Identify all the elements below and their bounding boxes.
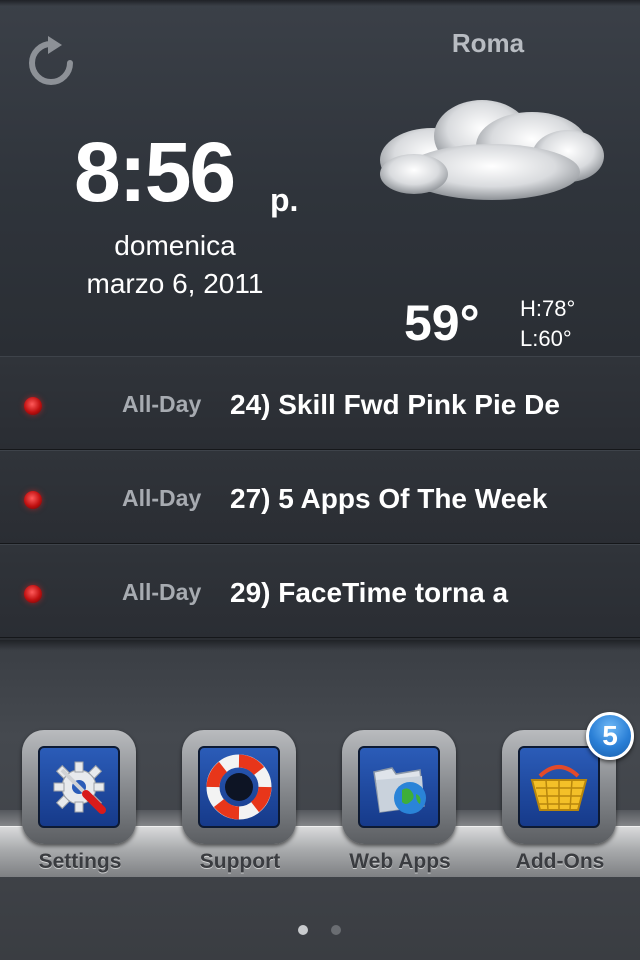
date: marzo 6, 2011 [86, 268, 264, 299]
city-name: Roma [451, 28, 525, 58]
event-row[interactable]: All-Day 27) 5 Apps Of The Week [0, 450, 640, 544]
app-label-web-apps: Web Apps [349, 850, 451, 873]
event-dot-icon [24, 585, 42, 603]
event-dot-icon [24, 491, 42, 509]
clock-time: 8:56 [74, 125, 236, 219]
event-time-label: All-Day [122, 391, 202, 417]
event-row[interactable]: All-Day 24) Skill Fwd Pink Pie De [0, 356, 640, 450]
notification-badge: 5 [586, 712, 634, 760]
temperature-high: H:78° [520, 296, 576, 321]
divider [0, 640, 640, 650]
page-indicator[interactable] [331, 925, 341, 935]
app-label-add-ons: Add-Ons [515, 850, 605, 873]
clock-ampm: p. [270, 182, 299, 218]
app-label-support: Support [199, 850, 281, 873]
page-indicator-active[interactable] [298, 925, 308, 935]
weekday: domenica [114, 230, 236, 261]
settings-tile [38, 746, 120, 828]
web-apps-tile [358, 746, 440, 828]
event-row[interactable]: All-Day 29) FaceTime torna a [0, 544, 640, 638]
temperature-low: L:60° [520, 326, 572, 351]
support-app-button[interactable] [182, 730, 296, 844]
support-tile [198, 746, 280, 828]
temperature: 59° [404, 295, 480, 351]
event-title: 29) FaceTime torna a [230, 577, 509, 608]
event-title: 27) 5 Apps Of The Week [230, 483, 548, 514]
refresh-icon[interactable] [24, 36, 78, 90]
add-ons-tile [518, 746, 600, 828]
shopping-basket-icon [530, 765, 588, 811]
folder-globe-icon [373, 767, 426, 814]
event-dot-icon [24, 397, 42, 415]
web-apps-app-button[interactable] [342, 730, 456, 844]
event-list: All-Day 24) Skill Fwd Pink Pie De All-Da… [0, 356, 640, 640]
settings-gear-screwdriver-icon [53, 761, 106, 814]
event-title: 24) Skill Fwd Pink Pie De [230, 389, 560, 420]
event-time-label: All-Day [122, 485, 202, 511]
app-label-settings: Settings [38, 850, 122, 873]
weather-header: Roma 8:56 p. domenica marzo 6, 2011 59° … [0, 0, 640, 356]
cloud-icon [380, 100, 604, 200]
settings-app-button[interactable] [22, 730, 136, 844]
event-time-label: All-Day [122, 579, 202, 605]
life-buoy-icon [206, 754, 272, 820]
